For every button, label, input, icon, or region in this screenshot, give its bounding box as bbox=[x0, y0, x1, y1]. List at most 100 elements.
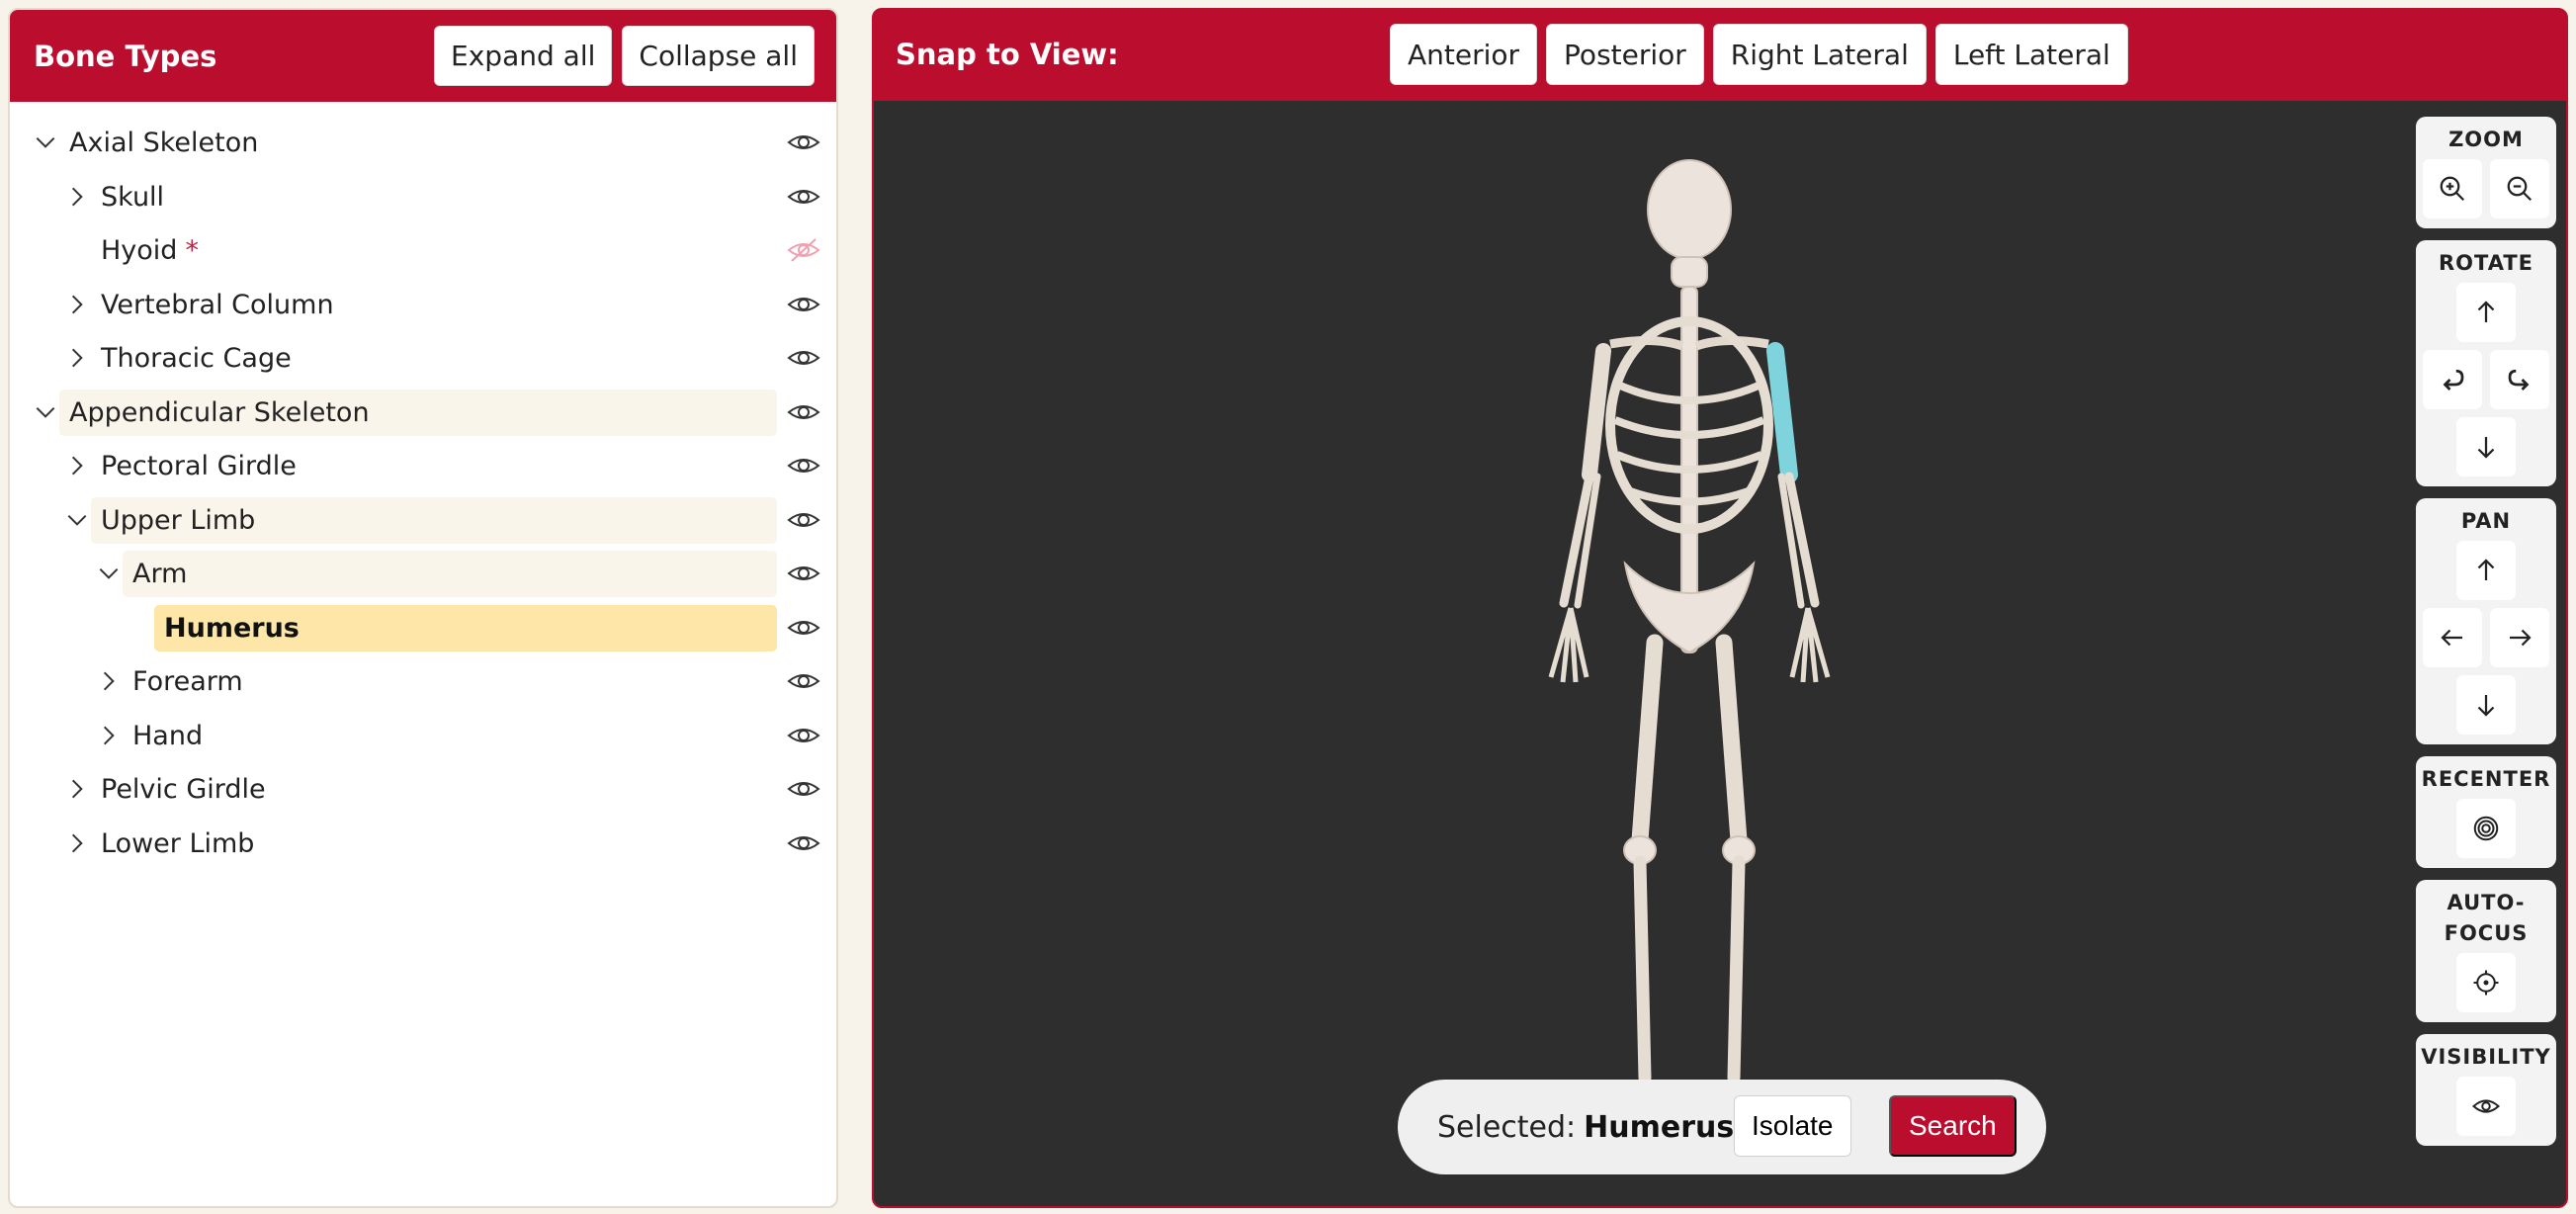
eye-icon[interactable] bbox=[787, 128, 820, 157]
tree-label[interactable]: Skull bbox=[91, 174, 777, 220]
eye-off-icon[interactable] bbox=[787, 235, 820, 265]
eye-icon[interactable] bbox=[787, 290, 820, 319]
tree-label[interactable]: Axial Skeleton bbox=[59, 120, 777, 166]
target-rings-icon bbox=[2473, 816, 2499, 841]
viewer-controls: ZOOM ROTATE PAN RECENTER AUTO- FOCUS VIS… bbox=[2416, 117, 2556, 1158]
eye-icon[interactable] bbox=[787, 397, 820, 427]
tree-row-thoracic-cage[interactable]: Thoracic Cage bbox=[10, 331, 836, 386]
tree-label[interactable]: Thoracic Cage bbox=[91, 335, 777, 382]
tree-label[interactable]: Vertebral Column bbox=[91, 282, 777, 328]
snap-left-lateral-button[interactable]: Left Lateral bbox=[1934, 24, 2128, 85]
chevron-right-icon[interactable] bbox=[63, 344, 91, 372]
snap-right-lateral-button[interactable]: Right Lateral bbox=[1712, 24, 1927, 85]
selected-prefix: Selected: bbox=[1437, 1109, 1577, 1145]
tree-label-text: Upper Limb bbox=[101, 504, 256, 536]
arrow-down-icon bbox=[2477, 437, 2495, 459]
tree-row-lower-limb[interactable]: Lower Limb bbox=[10, 817, 836, 871]
arrow-up-icon bbox=[2477, 559, 2495, 580]
humerus-bone-highlighted bbox=[1766, 342, 1798, 483]
eye-icon[interactable] bbox=[787, 451, 820, 480]
eye-icon[interactable] bbox=[787, 343, 820, 373]
tree-label[interactable]: Hyoid * bbox=[91, 227, 777, 274]
chevron-down-icon[interactable] bbox=[95, 560, 123, 587]
zoom-in-button[interactable] bbox=[2423, 159, 2482, 218]
rotate-left-icon bbox=[2443, 369, 2464, 390]
tree-row-arm[interactable]: Arm bbox=[10, 547, 836, 601]
chevron-right-icon[interactable] bbox=[95, 667, 123, 695]
pan-left-button[interactable] bbox=[2423, 608, 2482, 667]
tree-row-upper-limb[interactable]: Upper Limb bbox=[10, 493, 836, 548]
tree-label-text: Humerus bbox=[164, 612, 300, 644]
snap-anterior-button[interactable]: Anterior bbox=[1390, 24, 1538, 85]
collapse-all-button[interactable]: Collapse all bbox=[622, 26, 815, 86]
visibility-button[interactable] bbox=[2456, 1077, 2516, 1136]
rotate-left-button[interactable] bbox=[2423, 350, 2482, 409]
eye-icon[interactable] bbox=[787, 721, 820, 750]
rotate-right-button[interactable] bbox=[2490, 350, 2549, 409]
crosshair-icon bbox=[2473, 970, 2499, 996]
arrow-left-icon bbox=[2441, 629, 2462, 647]
chevron-down-icon[interactable] bbox=[32, 398, 59, 426]
tree-row-vertebral-column[interactable]: Vertebral Column bbox=[10, 278, 836, 332]
tree-label[interactable]: Upper Limb bbox=[91, 496, 777, 544]
eye-icon[interactable] bbox=[787, 559, 820, 588]
tree-label-text: Forearm bbox=[132, 666, 243, 697]
autofocus-label-line1: AUTO- bbox=[2447, 891, 2526, 914]
tree-label[interactable]: Hand bbox=[123, 713, 777, 759]
skull-bone bbox=[1647, 159, 1732, 260]
tree-row-skull[interactable]: Skull bbox=[10, 170, 836, 224]
tree-row-hand[interactable]: Hand bbox=[10, 709, 836, 763]
pan-up-button[interactable] bbox=[2456, 541, 2516, 600]
tree-label-text: Hyoid bbox=[101, 235, 178, 266]
chevron-right-icon[interactable] bbox=[63, 291, 91, 318]
isolate-button[interactable]: Isolate bbox=[1734, 1095, 1851, 1157]
tree-row-appendicular-skeleton[interactable]: Appendicular Skeleton bbox=[10, 386, 836, 440]
arrow-right-icon bbox=[2510, 629, 2532, 647]
tree-label[interactable]: Forearm bbox=[123, 658, 777, 705]
tree-row-forearm[interactable]: Forearm bbox=[10, 654, 836, 709]
tree-row-pelvic-girdle[interactable]: Pelvic Girdle bbox=[10, 762, 836, 817]
visibility-label: VISIBILITY bbox=[2421, 1045, 2551, 1069]
eye-icon[interactable] bbox=[787, 505, 820, 535]
tree-label[interactable]: Humerus bbox=[154, 604, 777, 651]
search-button[interactable]: Search bbox=[1889, 1095, 2017, 1157]
eye-icon[interactable] bbox=[787, 613, 820, 643]
tree-row-humerus[interactable]: Humerus bbox=[10, 601, 836, 655]
tree-row-hyoid[interactable]: Hyoid * bbox=[10, 223, 836, 278]
chevron-right-icon[interactable] bbox=[63, 183, 91, 211]
arrow-up-icon bbox=[2477, 301, 2495, 322]
tree-label-text: Hand bbox=[132, 720, 204, 751]
tree-label[interactable]: Pectoral Girdle bbox=[91, 443, 777, 489]
zoom-out-button[interactable] bbox=[2490, 159, 2549, 218]
chevron-right-icon[interactable] bbox=[63, 775, 91, 803]
eye-icon[interactable] bbox=[787, 666, 820, 696]
expand-all-button[interactable]: Expand all bbox=[434, 26, 613, 86]
chevron-down-icon[interactable] bbox=[32, 129, 59, 156]
rotate-down-button[interactable] bbox=[2456, 417, 2516, 477]
tree-label[interactable]: Lower Limb bbox=[91, 821, 777, 867]
eye-icon[interactable] bbox=[787, 774, 820, 804]
autofocus-button[interactable] bbox=[2456, 953, 2516, 1012]
tree-label-text: Vertebral Column bbox=[101, 289, 334, 320]
recenter-group: RECENTER bbox=[2416, 756, 2556, 868]
chevron-right-icon[interactable] bbox=[63, 452, 91, 479]
chevron-down-icon[interactable] bbox=[63, 506, 91, 534]
skeleton-model[interactable] bbox=[1506, 158, 1872, 1107]
eye-icon[interactable] bbox=[787, 828, 820, 858]
pan-right-button[interactable] bbox=[2490, 608, 2549, 667]
rotate-up-button[interactable] bbox=[2456, 283, 2516, 342]
viewer-header: Snap to View: Anterior Posterior Right L… bbox=[874, 10, 2566, 101]
tree-label[interactable]: Arm bbox=[123, 551, 777, 597]
tree-label[interactable]: Pelvic Girdle bbox=[91, 766, 777, 813]
pan-down-button[interactable] bbox=[2456, 675, 2516, 735]
recenter-button[interactable] bbox=[2456, 799, 2516, 858]
chevron-right-icon[interactable] bbox=[95, 722, 123, 749]
tree-row-pectoral-girdle[interactable]: Pectoral Girdle bbox=[10, 439, 836, 493]
tree-row-axial-skeleton[interactable]: Axial Skeleton bbox=[10, 116, 836, 170]
chevron-right-icon[interactable] bbox=[63, 829, 91, 857]
tree-label[interactable]: Appendicular Skeleton bbox=[59, 389, 777, 436]
snap-posterior-button[interactable]: Posterior bbox=[1546, 24, 1704, 85]
eye-icon[interactable] bbox=[787, 182, 820, 212]
selection-bar: Selected: Humerus Isolate Search bbox=[1398, 1080, 2046, 1174]
rotate-group: ROTATE bbox=[2416, 240, 2556, 486]
